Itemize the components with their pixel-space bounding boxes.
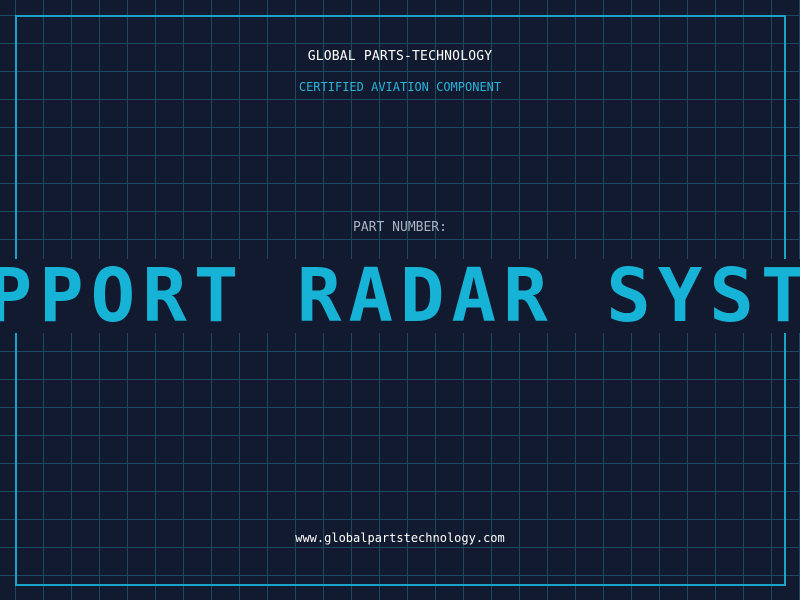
- part-number-label: PART NUMBER:: [353, 220, 447, 235]
- certification-subtitle: CERTIFIED AVIATION COMPONENT: [298, 80, 502, 94]
- company-name: GLOBAL PARTS-TECHNOLOGY: [307, 49, 493, 64]
- website-url: www.globalpartstechnology.com: [295, 531, 505, 545]
- part-number-value: SUPPORT RADAR SYSTEM: [0, 259, 800, 333]
- part-number-band: SUPPORT RADAR SYSTEM: [0, 259, 800, 333]
- certificate-page: GLOBAL PARTS-TECHNOLOGY CERTIFIED AVIATI…: [0, 0, 800, 600]
